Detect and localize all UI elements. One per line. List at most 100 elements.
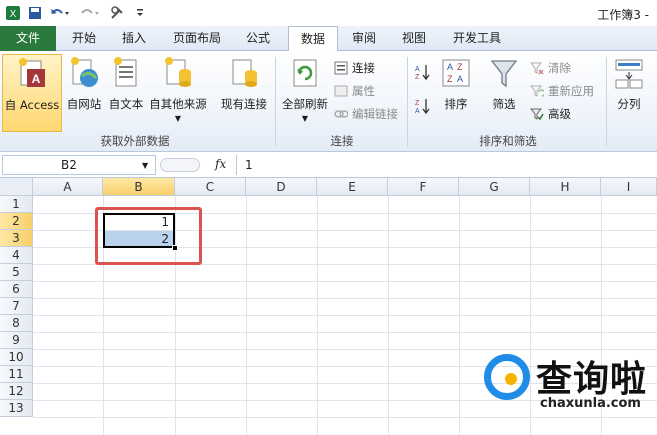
name-box-dropdown-icon[interactable]: ▼ bbox=[142, 161, 148, 170]
from-text-button[interactable]: 自文本 bbox=[106, 54, 146, 132]
row-header-2[interactable]: 2 bbox=[0, 213, 33, 230]
link-icon bbox=[334, 107, 349, 121]
svg-text:Z: Z bbox=[457, 62, 463, 72]
annotation-red-box bbox=[95, 207, 202, 265]
from-other-sources-button[interactable]: 自其他来源 ▼ bbox=[148, 54, 208, 132]
text-to-columns-label: 分列 bbox=[617, 97, 641, 111]
filter-button[interactable]: 筛选 bbox=[484, 54, 524, 132]
row-header-4[interactable]: 4 bbox=[0, 247, 33, 264]
column-header-d[interactable]: D bbox=[246, 178, 317, 196]
existing-connections-icon bbox=[229, 56, 259, 90]
edit-links-button[interactable]: 编辑链接 bbox=[334, 105, 398, 123]
column-header-a[interactable]: A bbox=[33, 178, 103, 196]
row-header-10[interactable]: 10 bbox=[0, 349, 33, 366]
svg-text:A: A bbox=[447, 62, 453, 72]
tab-insert[interactable]: 插入 bbox=[112, 26, 156, 51]
formula-bar-splitter[interactable] bbox=[160, 158, 200, 172]
dropdown-arrow-icon: ▼ bbox=[301, 114, 309, 123]
formula-input[interactable]: 1 bbox=[236, 155, 656, 175]
redo-icon[interactable] bbox=[78, 4, 102, 21]
connections-button[interactable]: 连接 bbox=[334, 59, 375, 77]
excel-logo-icon: X bbox=[4, 4, 22, 21]
tab-view[interactable]: 视图 bbox=[392, 26, 436, 51]
gridline bbox=[33, 298, 657, 299]
column-header-c[interactable]: C bbox=[175, 178, 246, 196]
refresh-icon bbox=[290, 56, 320, 90]
dropdown-arrow-icon: ▼ bbox=[174, 114, 182, 123]
properties-button[interactable]: 属性 bbox=[334, 82, 375, 100]
from-web-button[interactable]: 自网站 bbox=[64, 54, 104, 132]
svg-text:Z: Z bbox=[415, 100, 420, 107]
reapply-button[interactable]: 重新应用 bbox=[529, 82, 594, 100]
tab-data[interactable]: 数据 bbox=[288, 26, 338, 52]
properties-icon bbox=[334, 84, 348, 98]
tab-review[interactable]: 审阅 bbox=[342, 26, 386, 51]
row-header-5[interactable]: 5 bbox=[0, 264, 33, 281]
row-header-11[interactable]: 11 bbox=[0, 366, 33, 383]
tab-home[interactable]: 开始 bbox=[62, 26, 106, 51]
row-header-1[interactable]: 1 bbox=[0, 196, 33, 213]
refresh-all-button[interactable]: 全部刷新 ▼ bbox=[279, 54, 331, 132]
advanced-filter-icon bbox=[529, 107, 544, 121]
advanced-filter-button[interactable]: 高级 bbox=[529, 105, 571, 123]
row-header-8[interactable]: 8 bbox=[0, 315, 33, 332]
row-header-12[interactable]: 12 bbox=[0, 383, 33, 400]
other-sources-icon bbox=[163, 56, 193, 90]
sort-za-icon: ZA bbox=[414, 97, 432, 115]
search-logo-icon bbox=[484, 354, 530, 400]
insert-function-icon[interactable]: fx bbox=[215, 157, 226, 171]
filter-label: 筛选 bbox=[492, 97, 516, 111]
text-to-columns-button[interactable]: 分列 bbox=[610, 54, 648, 132]
row-header-7[interactable]: 7 bbox=[0, 298, 33, 315]
svg-text:A: A bbox=[32, 72, 41, 86]
tab-developer[interactable]: 开发工具 bbox=[444, 26, 510, 51]
undo-icon[interactable] bbox=[48, 4, 72, 21]
tab-page-layout[interactable]: 页面布局 bbox=[164, 26, 230, 51]
column-header-g[interactable]: G bbox=[459, 178, 530, 196]
properties-label: 属性 bbox=[352, 84, 375, 98]
web-icon bbox=[69, 56, 99, 90]
customize-icon[interactable] bbox=[134, 4, 146, 21]
tab-formulas[interactable]: 公式 bbox=[236, 26, 280, 51]
group-label-get-external: 获取外部数据 bbox=[100, 134, 170, 148]
clear-filter-button[interactable]: 清除 bbox=[529, 59, 571, 77]
column-header-e[interactable]: E bbox=[317, 178, 388, 196]
name-box[interactable]: B2 bbox=[2, 155, 156, 175]
tools-icon[interactable] bbox=[108, 4, 132, 21]
column-header-i[interactable]: I bbox=[601, 178, 657, 196]
edit-links-label: 编辑链接 bbox=[352, 107, 398, 121]
text-file-icon bbox=[111, 56, 141, 90]
row-header-6[interactable]: 6 bbox=[0, 281, 33, 298]
split-columns-icon bbox=[614, 56, 644, 90]
save-icon[interactable] bbox=[26, 4, 44, 21]
svg-text:X: X bbox=[10, 9, 17, 20]
row-header-3[interactable]: 3 bbox=[0, 230, 33, 247]
watermark-name: 查询啦 bbox=[536, 359, 648, 400]
row-header-9[interactable]: 9 bbox=[0, 332, 33, 349]
column-header-b[interactable]: B bbox=[103, 178, 175, 196]
column-header-f[interactable]: F bbox=[388, 178, 459, 196]
from-text-label: 自文本 bbox=[108, 97, 144, 111]
sort-descending-button[interactable]: ZA bbox=[414, 97, 436, 115]
svg-text:Z: Z bbox=[415, 74, 420, 81]
from-access-label: 自 Access bbox=[4, 98, 60, 112]
sort-dialog-icon: AZZA bbox=[441, 56, 471, 90]
reapply-icon bbox=[529, 84, 546, 98]
column-header-h[interactable]: H bbox=[530, 178, 601, 196]
select-all-corner[interactable] bbox=[0, 178, 33, 196]
row-header-13[interactable]: 13 bbox=[0, 400, 33, 417]
sort-ascending-button[interactable]: AZ bbox=[414, 63, 436, 81]
title-bar: X 工作簿3 - bbox=[0, 0, 657, 26]
connections-label: 连接 bbox=[352, 61, 375, 75]
existing-connections-button[interactable]: 现有连接 bbox=[216, 54, 272, 132]
from-other-sources-label: 自其他来源 bbox=[149, 97, 207, 111]
funnel-icon bbox=[489, 56, 519, 90]
from-access-button[interactable]: A 自 Access bbox=[2, 54, 62, 132]
connections-icon bbox=[334, 61, 348, 75]
refresh-all-label: 全部刷新 bbox=[282, 97, 328, 111]
group-label-sort-filter: 排序和筛选 bbox=[479, 134, 537, 148]
watermark: 查询啦 chaxunla.com bbox=[484, 350, 654, 430]
sort-button[interactable]: AZZA 排序 bbox=[438, 54, 474, 132]
advanced-filter-label: 高级 bbox=[548, 107, 571, 121]
tab-file[interactable]: 文件 bbox=[0, 26, 56, 51]
